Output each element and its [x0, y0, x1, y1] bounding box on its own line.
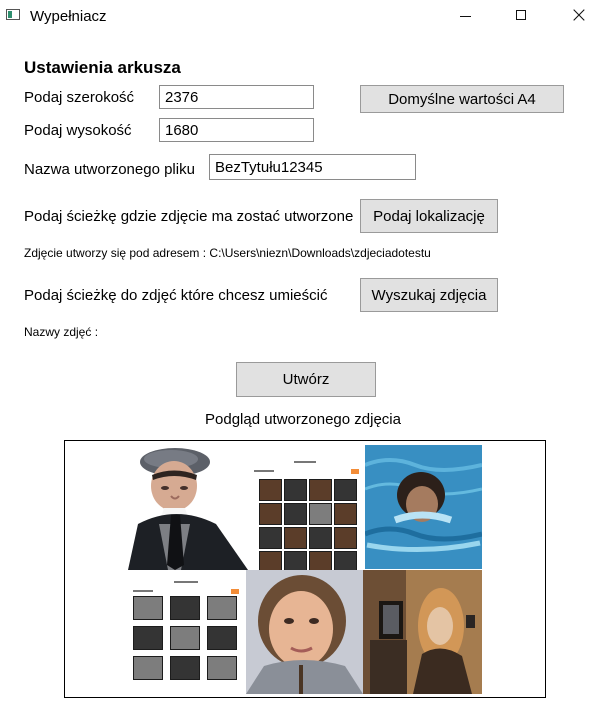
- height-input[interactable]: [159, 118, 314, 142]
- grid-cell: [207, 626, 237, 650]
- width-label: Podaj szerokość: [24, 89, 135, 106]
- grid-cell: [309, 551, 332, 570]
- location-prompt: Podaj ścieżkę gdzie zdjęcie ma zostać ut…: [24, 208, 354, 225]
- grid-cell: [284, 503, 307, 525]
- grid-cell: [207, 596, 237, 620]
- sea-photo-image: [365, 445, 482, 569]
- grid-cell: [284, 527, 307, 549]
- preview-room-photo: [363, 570, 482, 694]
- grid-cell: [259, 551, 282, 570]
- choose-location-button[interactable]: Podaj lokalizację: [360, 199, 498, 233]
- grid-cell: [334, 551, 357, 570]
- close-icon[interactable]: ×: [556, 0, 602, 32]
- height-label: Podaj wysokość: [24, 122, 132, 139]
- grid-cell: [170, 596, 200, 620]
- preview-girl-photo: [246, 570, 363, 694]
- preview-area: [64, 440, 546, 698]
- grid-photo-title-line: [294, 461, 316, 463]
- collage-photo-search-button: [231, 589, 239, 594]
- grid-cell: [284, 479, 307, 501]
- collage-photo-search-line: [133, 590, 153, 592]
- settings-heading: Ustawienia arkusza: [24, 58, 181, 77]
- grid-cell: [170, 626, 200, 650]
- grid-cell: [284, 551, 307, 570]
- window-title: Wypełniacz: [30, 8, 107, 25]
- width-input[interactable]: [159, 85, 314, 109]
- preview-title: Podgląd utworzonego zdjęcia: [205, 411, 401, 428]
- girl-photo-image: [246, 570, 363, 694]
- image-names-label: Nazwy zdjęć :: [24, 325, 99, 339]
- preview-grid-photo: [248, 458, 365, 570]
- grid-cell: [309, 479, 332, 501]
- collage-photo-title-line: [174, 581, 198, 583]
- search-images-button[interactable]: Wyszukaj zdjęcia: [360, 278, 498, 312]
- filename-label: Nazwa utworzonego pliku: [24, 161, 195, 178]
- grid-cell: [259, 503, 282, 525]
- create-button[interactable]: Utwórz: [236, 362, 376, 397]
- grid-cell: [259, 479, 282, 501]
- maximize-icon[interactable]: [498, 0, 544, 32]
- images-prompt: Podaj ścieżkę do zdjęć które chcesz umie…: [24, 287, 328, 304]
- grid-cell: [133, 626, 163, 650]
- preview-sea-photo: [365, 445, 482, 569]
- grid-cell: [207, 656, 237, 680]
- grid-cell: [309, 503, 332, 525]
- grid-photo-search-line: [254, 470, 274, 472]
- grid-cell: [170, 656, 200, 680]
- grid-cell: [133, 596, 163, 620]
- grid-cell: [133, 656, 163, 680]
- man-photo-image: [128, 442, 248, 570]
- grid-cell: [334, 503, 357, 525]
- default-a4-button[interactable]: Domyślne wartości A4: [360, 85, 564, 113]
- grid-photo-search-button: [351, 469, 359, 474]
- grid-cell: [309, 527, 332, 549]
- room-photo-image: [363, 570, 482, 694]
- target-address-text: Zdjęcie utworzy się pod adresem : C:\Use…: [24, 246, 431, 260]
- grid-cell: [334, 527, 357, 549]
- filename-input[interactable]: [209, 154, 416, 180]
- preview-collage-photo: [128, 578, 245, 694]
- title-bar[interactable]: Wypełniacz ×: [0, 0, 607, 32]
- grid-cell: [259, 527, 282, 549]
- app-icon: [6, 9, 20, 20]
- minimize-icon[interactable]: [442, 0, 488, 32]
- preview-man-photo: [128, 442, 248, 570]
- grid-cell: [334, 479, 357, 501]
